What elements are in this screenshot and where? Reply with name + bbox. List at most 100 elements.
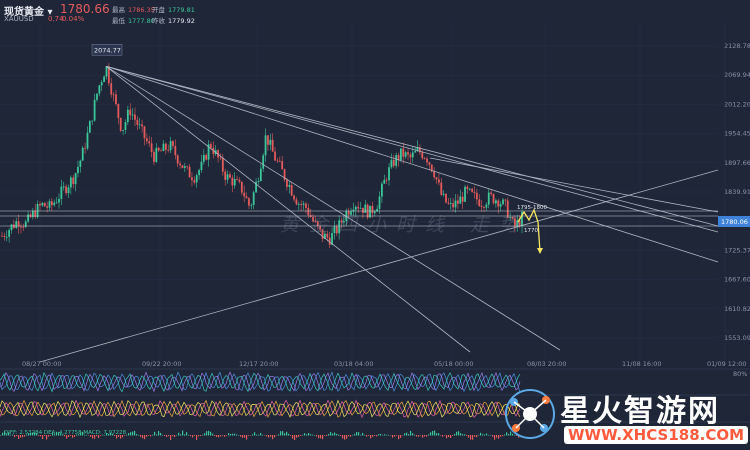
candle-body	[245, 196, 248, 199]
trend-line[interactable]	[105, 65, 561, 351]
candle-body	[88, 121, 91, 133]
macd-bar	[170, 435, 172, 441]
macd-bar	[406, 432, 408, 436]
macd-bar	[150, 435, 152, 437]
candle-body	[15, 221, 18, 228]
macd-bar	[396, 435, 398, 436]
macd-bar	[486, 433, 488, 436]
x-tick-label: 08/03 20:00	[527, 360, 567, 368]
candle-body	[219, 157, 222, 159]
macd-bar	[422, 435, 424, 438]
candle-body	[464, 186, 466, 202]
macd-bar	[420, 435, 422, 436]
candle-body	[167, 149, 170, 151]
macd-bar	[202, 434, 204, 436]
macd-bar	[212, 433, 214, 436]
macd-bar	[244, 435, 246, 438]
macd-bar	[446, 435, 448, 439]
candle-body	[447, 202, 450, 204]
macd-bar	[378, 434, 380, 436]
candle-body	[440, 182, 443, 195]
candle-body	[150, 143, 153, 153]
candle-body	[145, 138, 148, 142]
candle-body	[262, 155, 265, 169]
candle-body	[445, 193, 447, 203]
macd-bar	[288, 433, 290, 436]
macd-bar	[0, 435, 2, 436]
macd-bar	[442, 435, 444, 437]
macd-bar	[314, 434, 316, 436]
candle-body	[269, 139, 272, 145]
candle-body	[131, 114, 134, 116]
macd-bar	[334, 432, 336, 436]
candle-body	[72, 177, 75, 185]
macd-bar	[156, 434, 158, 436]
macd-bar	[388, 434, 390, 436]
candle-body	[238, 179, 241, 182]
macd-bar	[424, 435, 426, 437]
x-tick-label: 12/17 20:00	[239, 360, 279, 368]
macd-bar	[366, 435, 368, 437]
macd-bar	[372, 435, 374, 437]
network-icon	[505, 389, 555, 439]
candle-body	[129, 109, 132, 116]
macd-bar	[270, 435, 272, 437]
macd-bar	[182, 430, 184, 436]
macd-bar	[282, 431, 284, 436]
macd-bar	[194, 435, 196, 436]
candle-body	[65, 186, 68, 194]
candle-body	[236, 178, 238, 180]
macd-bar	[264, 435, 266, 436]
candle-body	[205, 154, 208, 160]
candle-body	[79, 160, 82, 167]
candle-body	[305, 203, 307, 208]
resistance-trend-line[interactable]	[429, 157, 719, 213]
macd-bar	[436, 433, 438, 436]
candle-body	[459, 196, 462, 204]
macd-bar	[428, 434, 430, 436]
macd-bar	[348, 435, 350, 437]
candle-body	[278, 160, 281, 162]
candle-body	[231, 177, 234, 186]
macd-bar	[304, 433, 306, 436]
arrow-head-icon	[537, 248, 543, 254]
macd-bar	[286, 431, 288, 436]
candle-body	[428, 162, 431, 165]
macd-bar	[376, 435, 378, 437]
macd-bar	[450, 435, 452, 438]
candle-body	[81, 147, 84, 161]
candle-body	[281, 161, 284, 170]
macd-bar	[296, 435, 298, 438]
macd-bar	[298, 435, 300, 437]
candle-body	[300, 203, 303, 205]
candle-body	[41, 202, 44, 206]
stochastic-line	[0, 399, 521, 419]
macd-bar	[240, 435, 242, 437]
macd-bar	[206, 431, 208, 436]
candle-body	[497, 200, 500, 207]
candle-body	[276, 160, 279, 162]
macd-bar	[488, 434, 490, 436]
candle-body	[404, 152, 407, 157]
macd-bar	[166, 435, 168, 438]
candle-body	[402, 148, 405, 157]
candle-body	[210, 144, 212, 148]
macd-bar	[426, 435, 428, 437]
stat-open: 开盘 1779.81	[152, 6, 195, 14]
candle-body	[191, 177, 193, 181]
candle-body	[452, 203, 455, 208]
candle-body	[193, 180, 196, 183]
macd-bar	[168, 435, 170, 437]
stat-low: 最低 1777.80	[112, 17, 155, 25]
candle-body	[174, 145, 177, 156]
trend-line[interactable]	[105, 65, 719, 227]
macd-bar	[284, 433, 286, 436]
macd-bar	[394, 435, 396, 437]
price-change-pct: 0.04%	[62, 15, 85, 23]
macd-bar	[146, 435, 148, 437]
macd-bar	[350, 435, 352, 437]
trend-line[interactable]	[105, 65, 719, 233]
macd-bar	[234, 433, 236, 436]
macd-bar	[176, 434, 178, 436]
macd-bar	[474, 435, 476, 437]
